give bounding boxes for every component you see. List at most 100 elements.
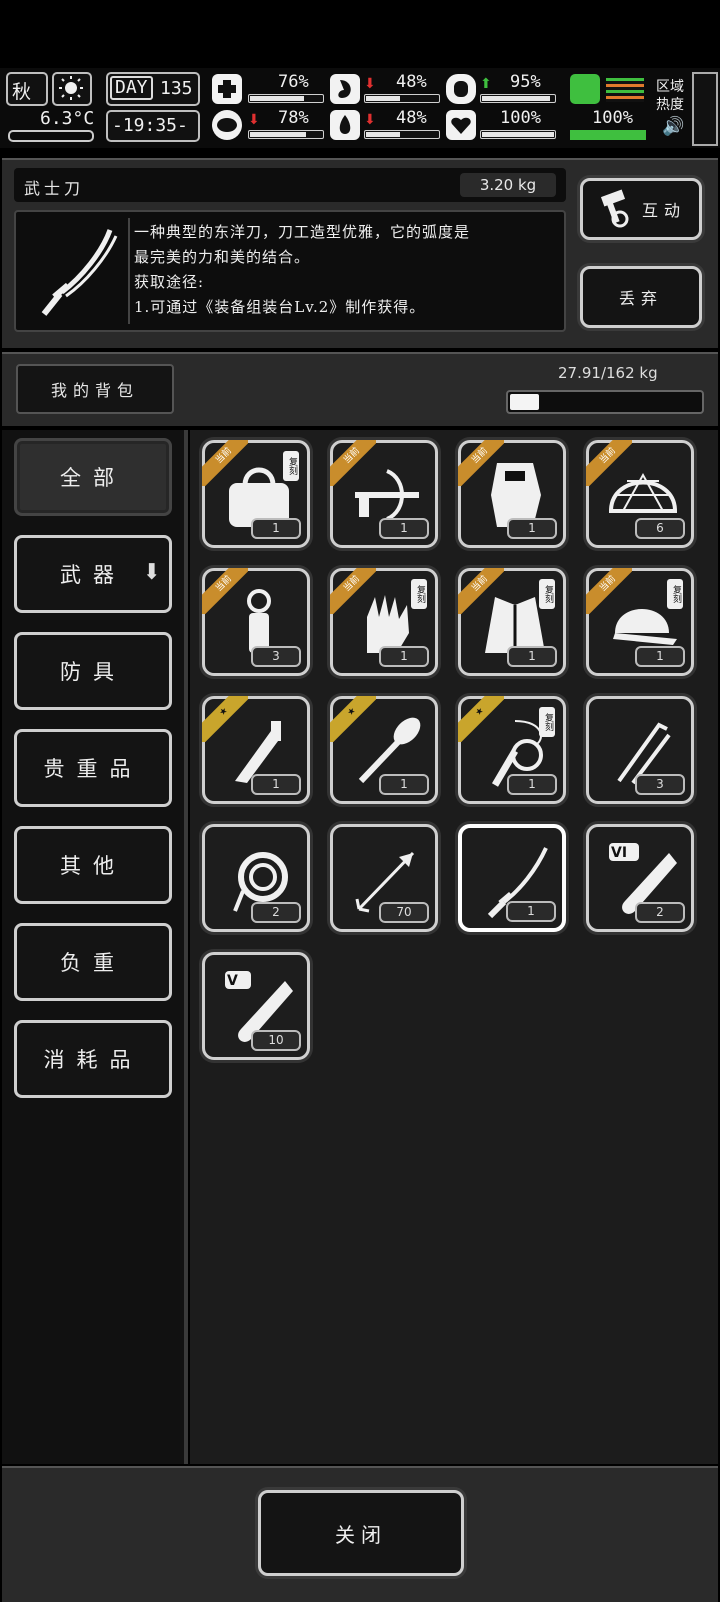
item-preview (24, 218, 130, 324)
ribbon-label: ★ (330, 696, 376, 742)
tab-weapons[interactable]: 武器 ⬇ (14, 535, 172, 613)
inventory-slot[interactable]: V 10 (202, 952, 310, 1060)
temperature-text: 6.3°C (40, 108, 95, 129)
item-description: 一种典型的东洋刀，刀工造型优雅，它的弧度是 最完美的力和美的结合。 获取途径: … (134, 220, 560, 320)
item-header: 武士刀 3.20 kg (14, 168, 566, 202)
katana-preview-icon (41, 229, 118, 316)
replica-badge: 复刻 (539, 579, 555, 609)
equipped-ribbon: ★ (458, 696, 504, 742)
inventory-slot[interactable]: 当前 6 (586, 440, 694, 548)
ribbon-label: 当前 (458, 568, 504, 614)
inventory-slot[interactable]: 2 (202, 824, 310, 932)
replica-badge: 复刻 (411, 579, 427, 609)
backpack-label-box: 我的背包 (16, 364, 174, 414)
thirst-bar (364, 130, 440, 139)
close-label: 关闭 (335, 1522, 387, 1547)
backpack-capacity-fill (510, 394, 540, 410)
hunger-value: 48% (396, 72, 427, 92)
season-badge: 秋 (6, 72, 48, 106)
interact-label: 互动 (641, 201, 686, 220)
item-count: 1 (251, 518, 301, 539)
inventory-slot[interactable]: 当前 复刻 1 (330, 568, 438, 676)
heart-icon (446, 110, 476, 140)
speaker-icon[interactable]: 🔊 (662, 116, 684, 137)
thirst-down-arrow-icon: ⬇ (364, 112, 376, 128)
clock-text: -19:35- (112, 115, 188, 136)
ribbon-label: 当前 (586, 440, 632, 486)
inventory-slot[interactable]: ★ 1 (330, 696, 438, 804)
heart-bar (480, 130, 556, 139)
discard-button[interactable]: 丢弃 (580, 266, 702, 328)
source-label: 获取途径: (134, 273, 205, 291)
ribbon-label: 当前 (330, 440, 376, 486)
ribbon-label: 当前 (458, 440, 504, 486)
discard-label: 丢弃 (618, 289, 663, 308)
inventory-slot[interactable]: 1 (458, 824, 566, 932)
replica-badge: 复刻 (667, 579, 683, 609)
tab-armor[interactable]: 防具 (14, 632, 172, 710)
tab-all[interactable]: 全部 (14, 438, 172, 516)
inventory-slot[interactable]: ★ 复刻 1 (458, 696, 566, 804)
ribbon-label: 当前 (586, 568, 632, 614)
tab-consumables[interactable]: 消耗品 (14, 1020, 172, 1098)
day-box: DAY 135 (106, 72, 200, 106)
tab-label: 其他 (60, 854, 126, 878)
item-description-box: 一种典型的东洋刀，刀工造型优雅，它的弧度是 最完美的力和美的结合。 获取途径: … (14, 210, 566, 332)
stamina-value: 100% (592, 108, 633, 128)
inventory-slot[interactable]: 当前 1 (330, 440, 438, 548)
inventory-slot[interactable]: 当前 复刻 1 (458, 568, 566, 676)
equipped-ribbon: 当前 (586, 568, 632, 614)
inventory-slot[interactable]: VI 2 (586, 824, 694, 932)
mood-bar (248, 130, 324, 139)
inventory-slot[interactable]: 当前 复刻 1 (586, 568, 694, 676)
health-value: 76% (278, 72, 309, 92)
water-drop-icon (330, 110, 360, 140)
item-count: 1 (507, 646, 557, 667)
item-count: 1 (507, 774, 557, 795)
equipped-ribbon: 当前 (458, 440, 504, 486)
tab-label: 贵重品 (43, 757, 143, 781)
item-name: 武士刀 (24, 179, 85, 198)
inventory-slot[interactable]: 当前 复刻 1 (202, 440, 310, 548)
item-weight: 3.20 kg (460, 173, 556, 197)
backpack-capacity-text: 27.91/162 kg (558, 364, 658, 382)
interact-button[interactable]: 互动 (580, 178, 702, 240)
health-bar (248, 94, 324, 103)
equipped-ribbon: 当前 (202, 568, 248, 614)
equipped-ribbon: 当前 (458, 568, 504, 614)
item-count: 1 (635, 646, 685, 667)
mood-value: 78% (278, 108, 309, 128)
close-button[interactable]: 关闭 (258, 1490, 464, 1576)
inventory-slot[interactable]: 70 (330, 824, 438, 932)
season-text: 秋 (12, 81, 32, 103)
item-count: 1 (379, 774, 429, 795)
clock-box: -19:35- (106, 110, 200, 142)
item-count: 1 (251, 774, 301, 795)
item-count: 1 (506, 901, 556, 922)
tab-other[interactable]: 其他 (14, 826, 172, 904)
backpack-label: 我的背包 (50, 381, 139, 400)
ribbon-label: ★ (202, 696, 248, 742)
tab-valuables[interactable]: 贵重品 (14, 729, 172, 807)
day-label: DAY (110, 76, 153, 100)
zone-heat-label: 区域 热度 (656, 79, 684, 113)
status-hud: 秋 6.3°C DAY 135 -19:35- 76% ⬇ 78% ⬇ 48% … (0, 68, 720, 148)
inventory-slot[interactable]: ★ 1 (202, 696, 310, 804)
item-count: 2 (635, 902, 685, 923)
inventory-slot[interactable]: 当前 1 (458, 440, 566, 548)
thermometer-icon (8, 130, 94, 142)
item-count: 1 (379, 646, 429, 667)
inventory-slot[interactable]: 当前 3 (202, 568, 310, 676)
stamina-bar (570, 130, 646, 140)
tab-load[interactable]: 负重 (14, 923, 172, 1001)
description-line-1: 一种典型的东洋刀，刀工造型优雅，它的弧度是 (134, 223, 471, 241)
stomach-icon (330, 74, 360, 104)
item-count: 1 (379, 518, 429, 539)
item-detail-panel: 武士刀 3.20 kg 一种典型的东洋刀，刀工造型优雅，它的弧度是 最完美的力和… (2, 158, 718, 348)
sun-icon (52, 72, 92, 106)
zone-heat-meter (692, 72, 718, 146)
item-count: 10 (251, 1030, 301, 1051)
inventory-slot[interactable]: 3 (586, 696, 694, 804)
item-count: 70 (379, 902, 429, 923)
lung-icon (446, 74, 476, 104)
